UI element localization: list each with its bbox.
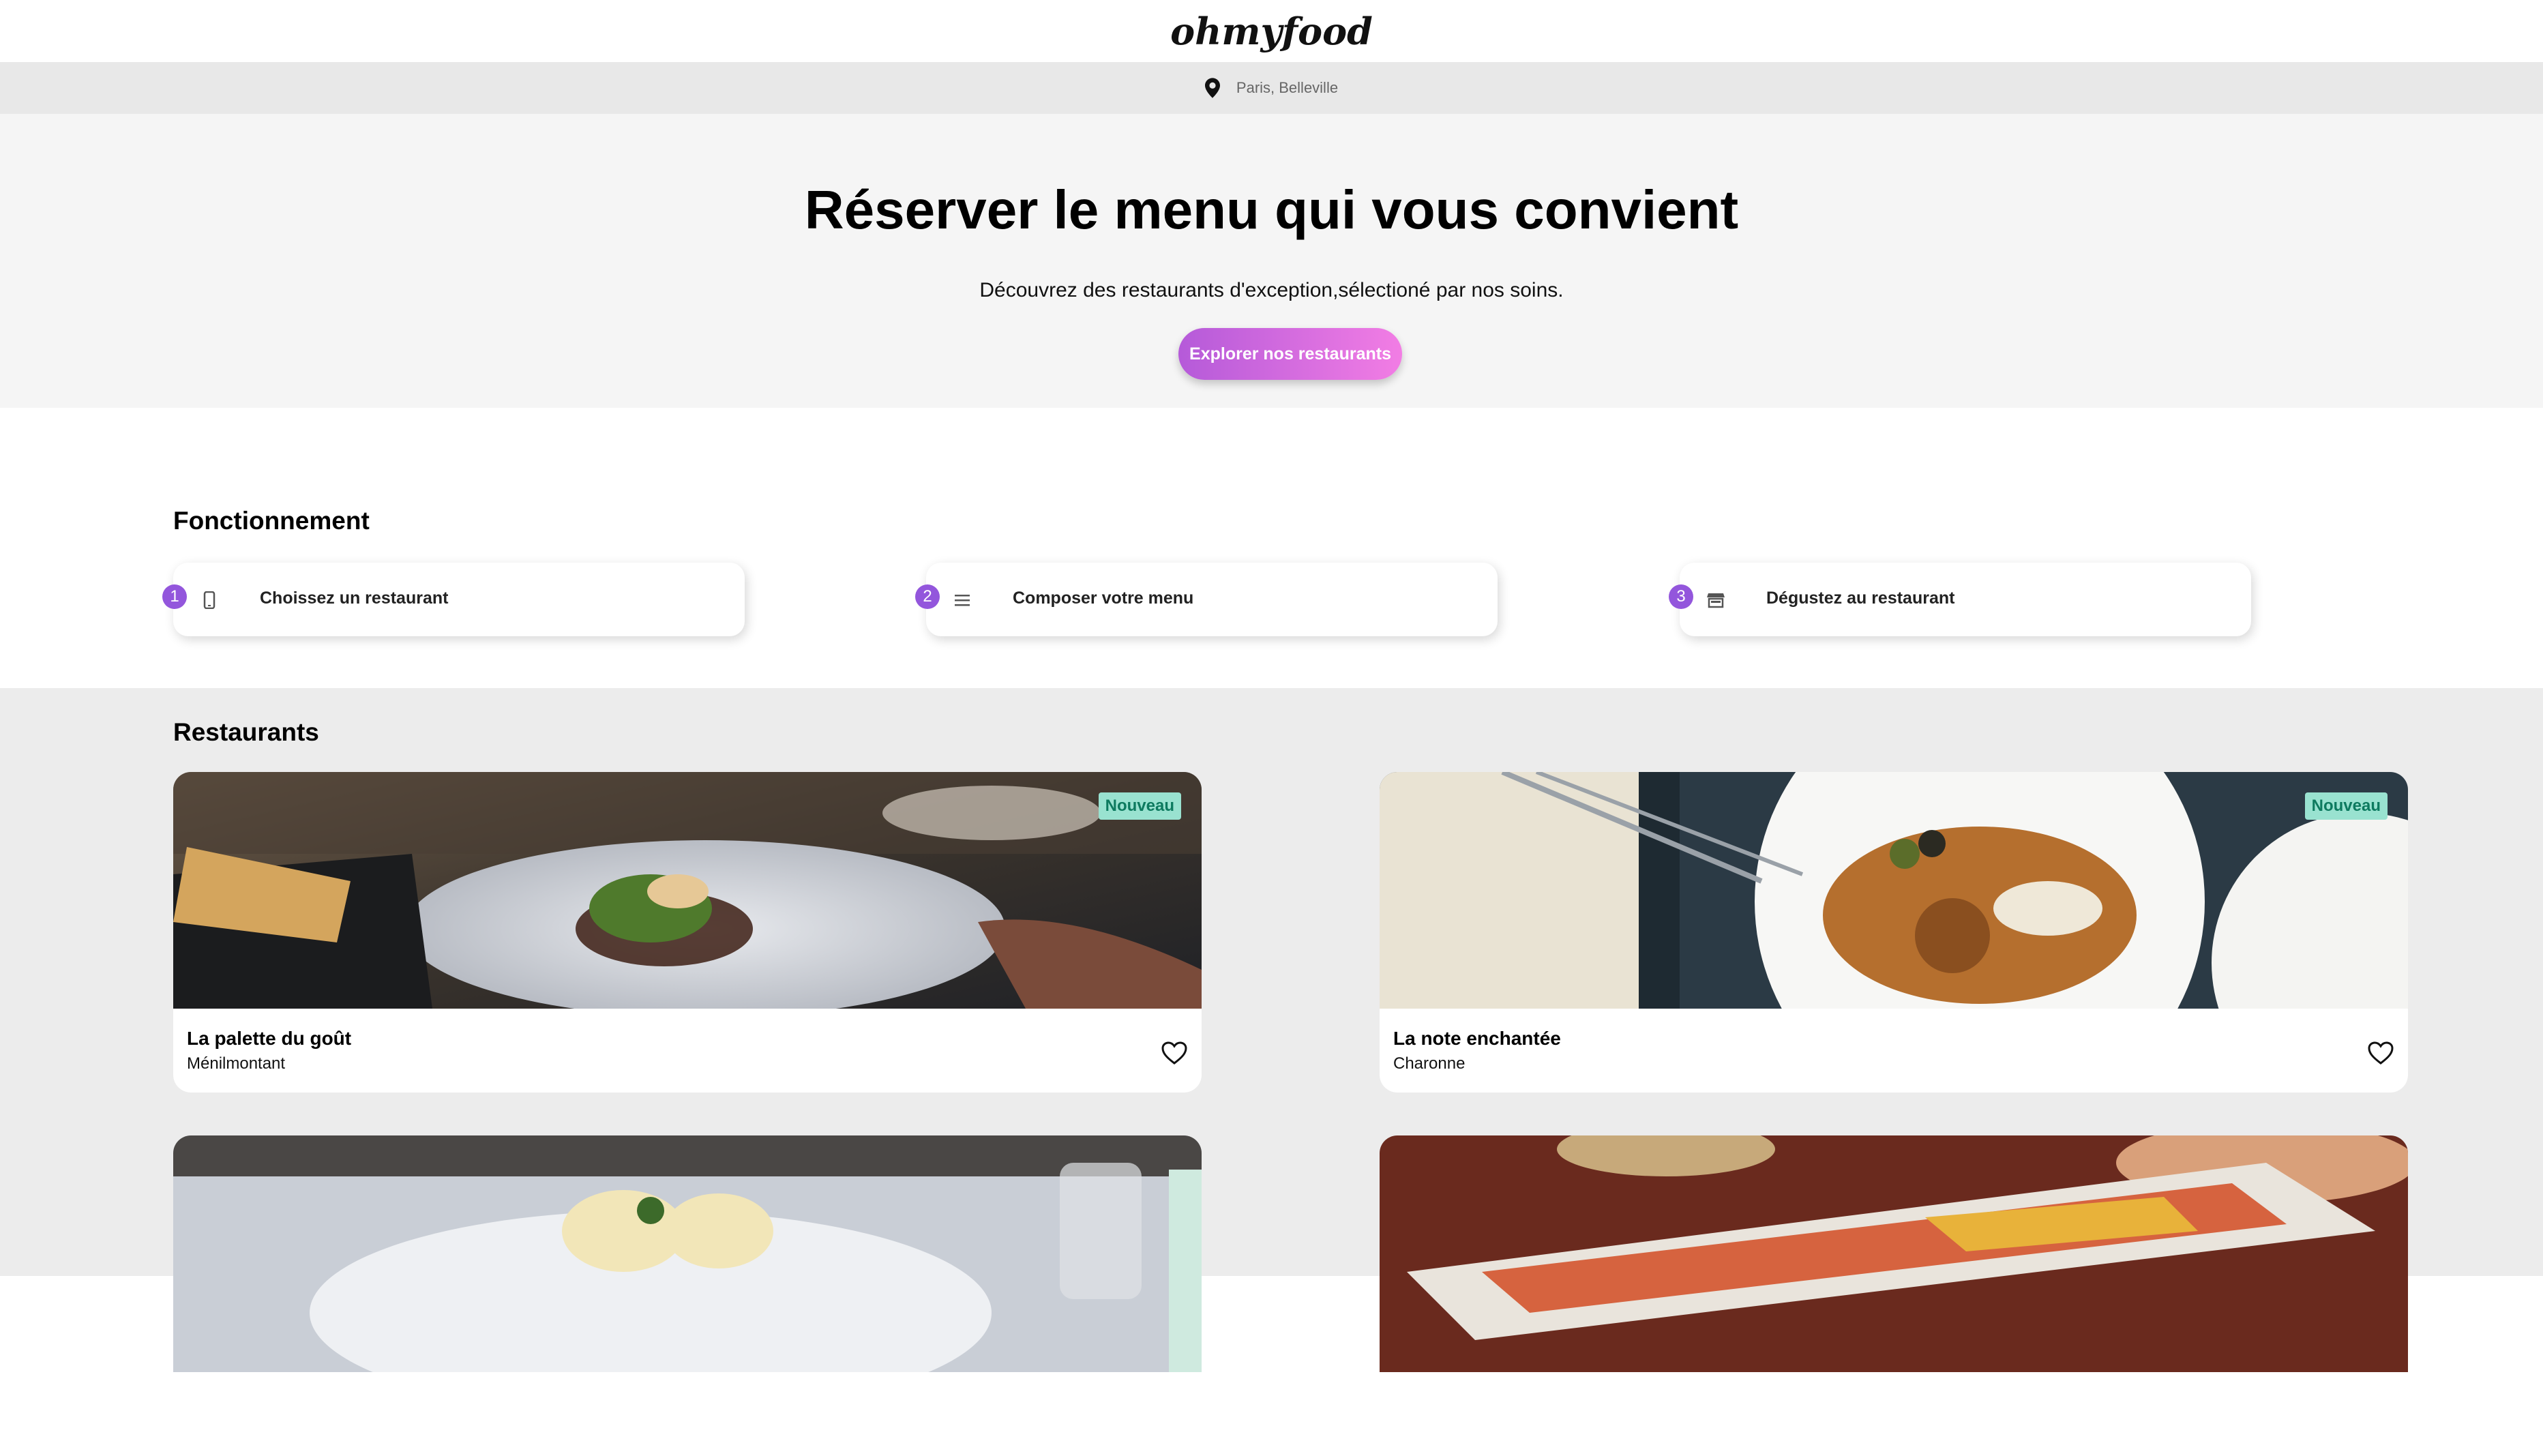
- restaurant-district: Charonne: [1393, 1054, 1466, 1073]
- hero-section: Réserver le menu qui vous convient Décou…: [0, 114, 2543, 408]
- site-header: ohmyfood: [0, 0, 2543, 62]
- list-icon: [952, 590, 972, 610]
- mobile-phone-icon: [199, 590, 220, 610]
- restaurant-photo: [173, 1135, 1202, 1372]
- step-number: 2: [915, 584, 940, 609]
- hero-subtitle: Découvrez des restaurants d'exception,sé…: [979, 279, 1564, 301]
- restaurant-card[interactable]: [173, 1135, 1202, 1456]
- restaurant-district: Ménilmontant: [187, 1054, 286, 1073]
- step-label: Composer votre menu: [1013, 589, 1194, 608]
- restaurants-title: Restaurants: [173, 718, 319, 746]
- location-text: Paris, Belleville: [1236, 79, 1339, 96]
- restaurant-name: La palette du goût: [187, 1028, 352, 1049]
- restaurant-card[interactable]: Nouveau La palette du goût Ménilmontant: [173, 772, 1202, 1093]
- new-badge: Nouveau: [1098, 792, 1181, 820]
- restaurant-name: La note enchantée: [1393, 1028, 1561, 1049]
- heart-icon[interactable]: [2367, 1041, 2394, 1065]
- step-card-taste: 3 Dégustez au restaurant: [1669, 563, 2251, 636]
- hero-title: Réserver le menu qui vous convient: [804, 179, 1739, 240]
- new-badge: Nouveau: [2304, 792, 2388, 820]
- explore-restaurants-button[interactable]: Explorer nos restaurants: [1178, 328, 1402, 380]
- location-pin-icon: [1204, 78, 1220, 98]
- heart-icon[interactable]: [1161, 1041, 1188, 1065]
- storefront-icon: [1706, 590, 1726, 610]
- step-label: Choissez un restaurant: [260, 589, 449, 608]
- how-it-works-section: Fonctionnement 1 Choissez un restaurant …: [0, 408, 2543, 688]
- restaurant-card[interactable]: Nouveau La note enchantée Charonne: [1380, 772, 2408, 1093]
- logo[interactable]: ohmyfood: [1170, 10, 1373, 53]
- how-it-works-title: Fonctionnement: [173, 507, 370, 535]
- step-card-compose: 2 Composer votre menu: [915, 563, 1498, 636]
- restaurant-photo: [173, 772, 1202, 1009]
- restaurants-section: Restaurants Nouveau La palette du goût M…: [0, 688, 2543, 1456]
- step-number: 1: [162, 584, 187, 609]
- step-number: 3: [1669, 584, 1693, 609]
- location-bar: Paris, Belleville: [0, 62, 2543, 114]
- restaurant-card[interactable]: [1380, 1135, 2408, 1456]
- restaurant-photo: [1380, 1135, 2408, 1372]
- step-card-choose: 1 Choissez un restaurant: [162, 563, 745, 636]
- restaurant-photo: [1380, 772, 2408, 1009]
- step-label: Dégustez au restaurant: [1766, 589, 1955, 608]
